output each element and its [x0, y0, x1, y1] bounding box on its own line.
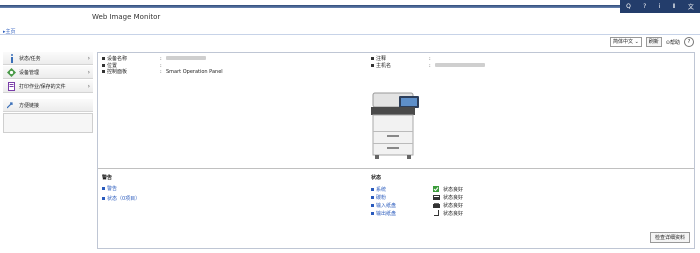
help-label: 帮助 [669, 39, 680, 46]
device-info-left: 设备名称: 位置: 控制面板: Smart Operation Panel [102, 56, 223, 76]
info-icon[interactable]: i [659, 3, 661, 10]
status-value: 状态良好 [443, 186, 464, 193]
status-link-system[interactable]: 系统 [371, 186, 431, 193]
redacted-value [435, 62, 485, 67]
printer-image [371, 92, 419, 159]
info-row-hostname: 主机名: [371, 62, 485, 70]
main-panel: 设备名称: 位置: 控制面板: Smart Operation Panel 注释:… [97, 52, 695, 249]
top-bar: Web Image Monitor Q ? i Ⅱ 文 [0, 0, 700, 26]
sidebar-item-label: 打印作业/保存的文件 [19, 83, 66, 90]
top-right-toolbar: Q ? i Ⅱ 文 [620, 0, 700, 13]
document-icon [7, 81, 16, 91]
top-tools: 简体中文 ⌄ 刷新 ⊙帮助 ? [609, 37, 694, 47]
alerts-link-warning[interactable]: 警告 [102, 185, 140, 192]
section-divider [98, 168, 694, 169]
refresh-button[interactable]: 刷新 [645, 37, 662, 47]
sidebar-item-label: 设备管理 [19, 69, 40, 76]
sidebar-item-status[interactable]: 状态/任务 › [3, 52, 93, 65]
help-link[interactable]: ⊙帮助 [666, 39, 680, 46]
sidebar-item-device-management[interactable]: 设备管理 › [3, 66, 93, 79]
info-icon [7, 53, 16, 63]
redacted-value [166, 56, 206, 60]
chevron-right-icon: › [87, 82, 90, 90]
status-value: 状态良好 [443, 210, 464, 217]
info-value: Smart Operation Panel [166, 69, 223, 75]
device-info-right: 注释: 主机名: [371, 56, 485, 69]
sidebar-links-box [3, 113, 93, 133]
language-icon[interactable]: 文 [688, 2, 694, 11]
status-row-system: 系统 状态良好 [371, 185, 463, 193]
info-row-control-panel: 控制面板: Smart Operation Panel [102, 69, 223, 76]
link-icon [7, 101, 16, 110]
app-title: Web Image Monitor [92, 13, 161, 21]
output-tray-icon [431, 210, 441, 216]
alerts-title: 警告 [102, 175, 113, 181]
language-select[interactable]: 简体中文 ⌄ [609, 37, 642, 47]
status-link-output-tray[interactable]: 输出纸盘 [371, 210, 431, 217]
search-icon[interactable]: Q [626, 3, 631, 10]
alerts-link-status[interactable]: 状态（0项目） [102, 195, 140, 202]
sidebar-item-label: 方便链接 [19, 102, 40, 109]
status-row-toner: 碳粉 状态良好 [371, 193, 463, 201]
language-select-value: 简体中文 [612, 39, 633, 45]
status-value: 状态良好 [443, 194, 464, 201]
info-key: 主机名 [371, 63, 429, 70]
sidebar-item-print-jobs[interactable]: 打印作业/保存的文件 › [3, 80, 93, 93]
info-key: 控制面板 [102, 69, 160, 76]
sidebar-item-quick-links[interactable]: 方便链接 [3, 99, 93, 112]
status-section: 状态 系统 状态良好 碳粉 状态良好 输入纸盘 状态良好 输出纸盘 状态良好 [371, 174, 463, 217]
status-link-toner[interactable]: 碳粉 [371, 194, 431, 201]
input-tray-icon [431, 202, 441, 208]
status-row-output-tray: 输出纸盘 状态良好 [371, 209, 463, 217]
toner-icon [431, 194, 441, 200]
top-accent-line [0, 5, 700, 8]
status-row-input-tray: 输入纸盘 状态良好 [371, 201, 463, 209]
breadcrumb-divider [0, 34, 700, 35]
help-icon[interactable]: ? [643, 3, 646, 10]
sidebar: 状态/任务 › 设备管理 › 打印作业/保存的文件 › 方便链接 [3, 52, 93, 133]
device-icon [7, 67, 16, 77]
chevron-right-icon: › [87, 54, 90, 62]
check-details-button[interactable]: 检查详细资料 [649, 232, 690, 243]
status-link-input-tray[interactable]: 输入纸盘 [371, 202, 431, 209]
sidebar-item-label: 状态/任务 [19, 55, 41, 62]
status-value: 状态良好 [443, 202, 464, 209]
status-title: 状态 [371, 175, 382, 181]
system-ok-icon [431, 186, 441, 192]
alerts-section: 警告 警告 状态（0项目） [102, 174, 140, 202]
question-icon[interactable]: ? [684, 37, 694, 47]
menu-icon[interactable]: Ⅱ [673, 3, 676, 10]
chevron-right-icon: › [87, 68, 90, 76]
